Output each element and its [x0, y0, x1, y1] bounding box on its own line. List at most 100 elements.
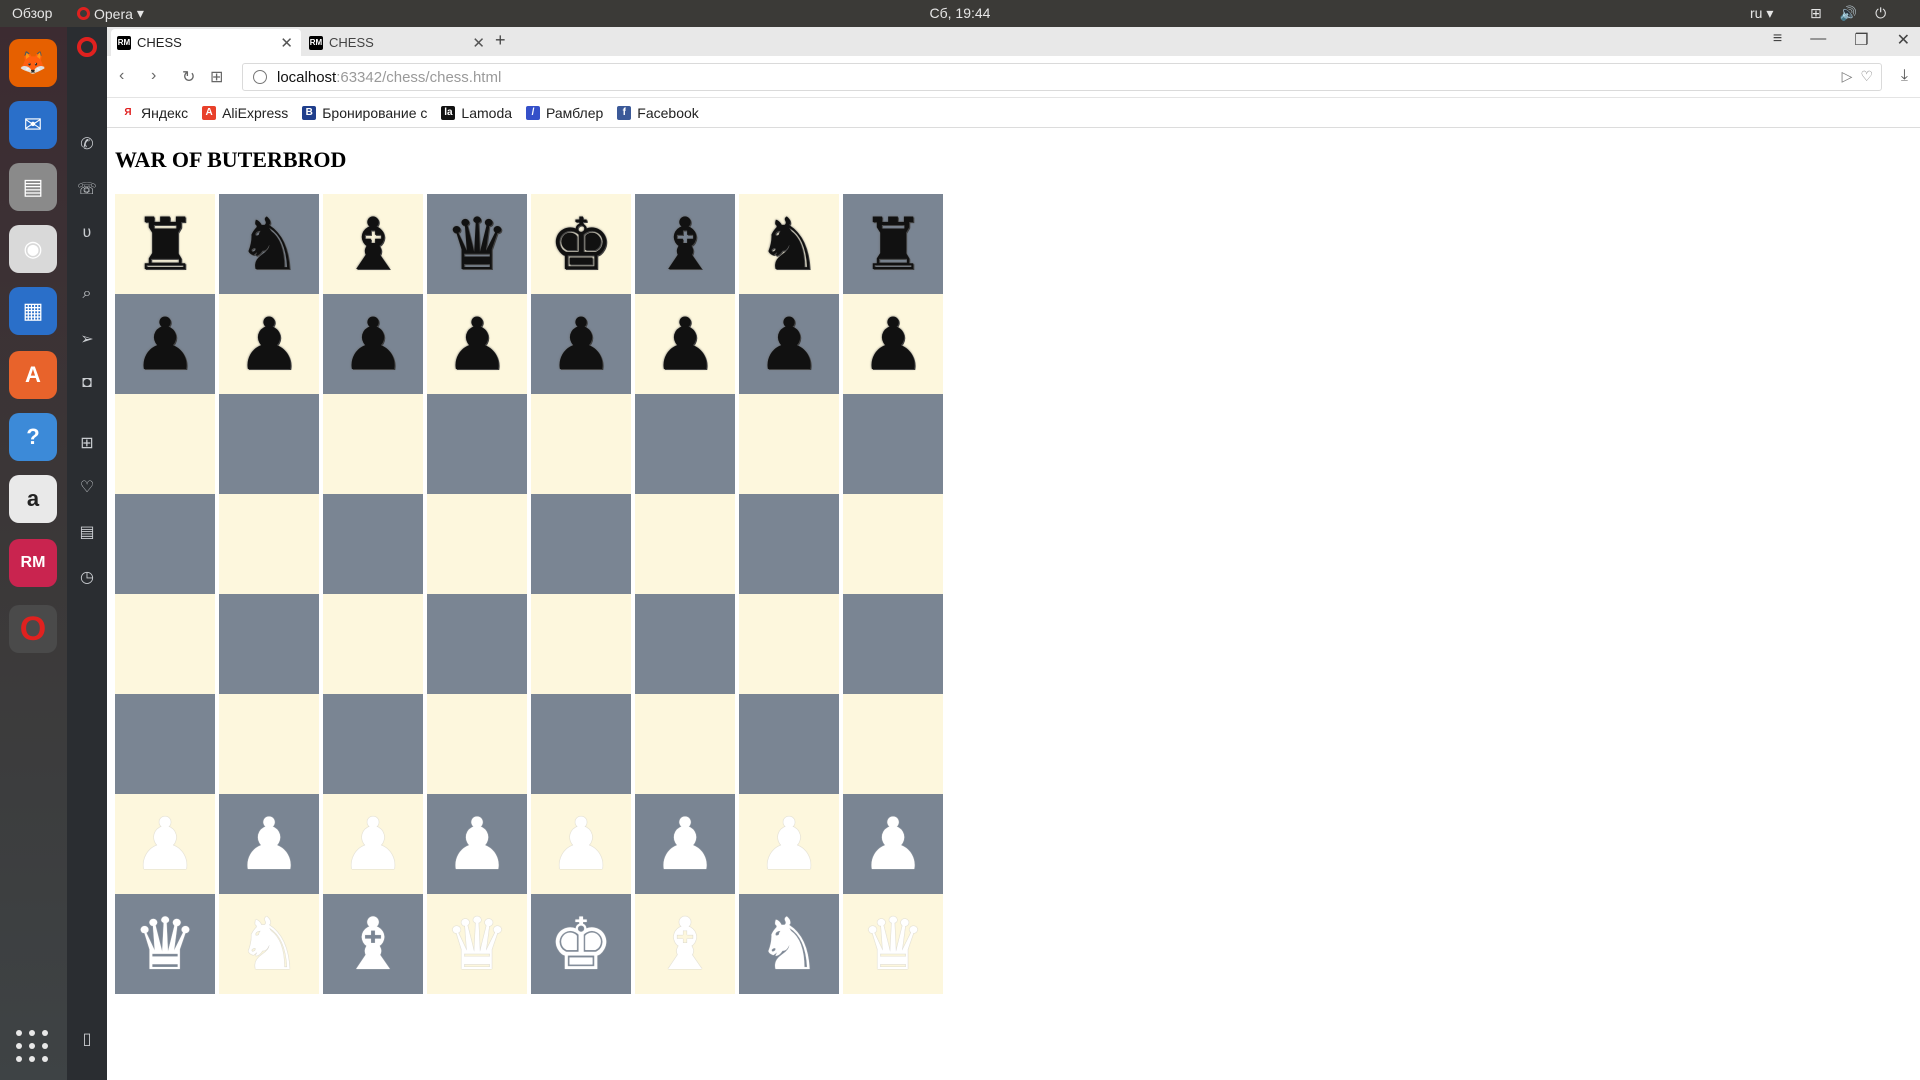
board-square[interactable] [323, 594, 423, 694]
restore-icon[interactable]: ❐ [1854, 30, 1868, 50]
board-square[interactable] [635, 594, 735, 694]
board-square[interactable] [115, 694, 215, 794]
bookmark-item[interactable]: f Facebook [617, 105, 699, 121]
power-icon[interactable]: ⏻ [1875, 5, 1886, 22]
white-chess-piece[interactable]: ♝ [653, 908, 718, 980]
white-chess-piece[interactable]: ♟ [757, 808, 822, 880]
white-chess-piece[interactable]: ♛ [861, 908, 926, 980]
new-tab-button[interactable]: + [495, 30, 506, 51]
close-icon[interactable]: ✕ [472, 34, 485, 52]
vk-icon[interactable]: ʋ [75, 221, 99, 245]
white-chess-piece[interactable]: ♞ [757, 908, 822, 980]
bookmark-item[interactable]: B Бронирование с [302, 105, 427, 121]
writer-icon[interactable]: ▦ [9, 287, 57, 335]
bookmark-item[interactable]: / Рамблер [526, 105, 603, 121]
board-square[interactable]: ♟ [323, 294, 423, 394]
board-square[interactable] [219, 394, 319, 494]
white-chess-piece[interactable]: ♟ [341, 808, 406, 880]
heart-icon[interactable]: ♡ [75, 475, 99, 499]
white-chess-piece[interactable]: ♝ [341, 908, 406, 980]
board-square[interactable]: ♟ [531, 794, 631, 894]
board-square[interactable]: ♚ [531, 894, 631, 994]
board-square[interactable]: ♟ [219, 294, 319, 394]
board-square[interactable]: ♞ [219, 894, 319, 994]
board-square[interactable] [219, 694, 319, 794]
board-square[interactable]: ♟ [427, 294, 527, 394]
address-bar[interactable]: localhost:63342/chess/chess.html ▷ ♡ [242, 63, 1882, 91]
history-icon[interactable]: ◷ [75, 565, 99, 589]
board-square[interactable]: ♞ [739, 194, 839, 294]
opera-menu-icon[interactable] [77, 37, 97, 57]
thunderbird-icon[interactable]: ✉ [9, 101, 57, 149]
board-square[interactable] [843, 494, 943, 594]
white-chess-piece[interactable]: ♚ [549, 908, 614, 980]
white-chess-piece[interactable]: ♟ [133, 808, 198, 880]
white-chess-piece[interactable]: ♟ [445, 808, 510, 880]
board-square[interactable] [115, 394, 215, 494]
board-square[interactable] [219, 594, 319, 694]
opera-icon[interactable]: O [9, 605, 57, 653]
bookmark-heart-icon[interactable]: ♡ [1860, 68, 1873, 85]
black-chess-piece[interactable]: ♟ [237, 308, 302, 380]
files-icon[interactable]: ▤ [9, 163, 57, 211]
white-chess-piece[interactable]: ♟ [653, 808, 718, 880]
bookmark-item[interactable]: Я Яндекс [121, 105, 188, 121]
board-square[interactable]: ♟ [219, 794, 319, 894]
white-chess-piece[interactable]: ♟ [861, 808, 926, 880]
rubymine-icon[interactable]: RM [9, 539, 57, 587]
bookmark-item[interactable]: la Lamoda [441, 105, 512, 121]
board-square[interactable]: ♟ [531, 294, 631, 394]
board-square[interactable]: ♟ [635, 794, 735, 894]
black-chess-piece[interactable]: ♟ [757, 308, 822, 380]
board-square[interactable]: ♜ [115, 194, 215, 294]
board-square[interactable] [531, 694, 631, 794]
board-square[interactable] [843, 594, 943, 694]
messenger-icon[interactable]: ✆ [75, 132, 99, 156]
network-icon[interactable]: ⊞ [1810, 5, 1822, 22]
board-square[interactable] [427, 494, 527, 594]
black-chess-piece[interactable]: ♜ [861, 208, 926, 280]
forward-icon[interactable]: › [151, 67, 156, 85]
board-square[interactable]: ♟ [427, 794, 527, 894]
board-square[interactable] [427, 394, 527, 494]
clock[interactable]: Сб, 19:44 [0, 5, 1920, 21]
volume-icon[interactable]: 🔊 [1840, 5, 1857, 22]
black-chess-piece[interactable]: ♚ [549, 208, 614, 280]
amazon-icon[interactable]: a [9, 475, 57, 523]
board-square[interactable]: ♟ [843, 294, 943, 394]
board-square[interactable] [323, 394, 423, 494]
board-square[interactable] [635, 494, 735, 594]
back-icon[interactable]: ‹ [119, 67, 124, 85]
board-square[interactable]: ♞ [739, 894, 839, 994]
white-chess-piece[interactable]: ♟ [237, 808, 302, 880]
black-chess-piece[interactable]: ♛ [445, 208, 510, 280]
board-square[interactable]: ♟ [635, 294, 735, 394]
board-square[interactable] [115, 594, 215, 694]
black-chess-piece[interactable]: ♞ [237, 208, 302, 280]
tab-chess-active[interactable]: RM CHESS ✕ [111, 29, 301, 56]
search-icon[interactable]: ⌕ [75, 282, 99, 306]
tabs-grid-icon[interactable]: ⊞ [210, 67, 223, 87]
black-chess-piece[interactable]: ♟ [133, 308, 198, 380]
tab-menu-icon[interactable]: ≡ [1773, 30, 1782, 50]
reload-icon[interactable]: ↻ [182, 67, 195, 87]
news-icon[interactable]: ▤ [75, 520, 99, 544]
board-square[interactable]: ♝ [635, 894, 735, 994]
bookmark-item[interactable]: A AliExpress [202, 105, 288, 121]
whatsapp-icon[interactable]: ☏ [75, 177, 99, 201]
board-square[interactable]: ♟ [739, 794, 839, 894]
close-window-icon[interactable]: ✕ [1897, 30, 1910, 50]
black-chess-piece[interactable]: ♜ [133, 208, 198, 280]
sidebar-toggle-icon[interactable]: ▯ [75, 1027, 99, 1051]
white-chess-piece[interactable]: ♟ [549, 808, 614, 880]
download-icon[interactable]: ⤓ [1901, 67, 1908, 85]
board-square[interactable]: ♜ [843, 194, 943, 294]
board-square[interactable]: ♝ [323, 194, 423, 294]
board-square[interactable]: ♟ [115, 794, 215, 894]
board-square[interactable]: ♚ [531, 194, 631, 294]
board-square[interactable]: ♞ [219, 194, 319, 294]
board-square[interactable] [843, 394, 943, 494]
white-chess-piece[interactable]: ♛ [445, 908, 510, 980]
board-square[interactable] [739, 394, 839, 494]
board-square[interactable]: ♟ [115, 294, 215, 394]
